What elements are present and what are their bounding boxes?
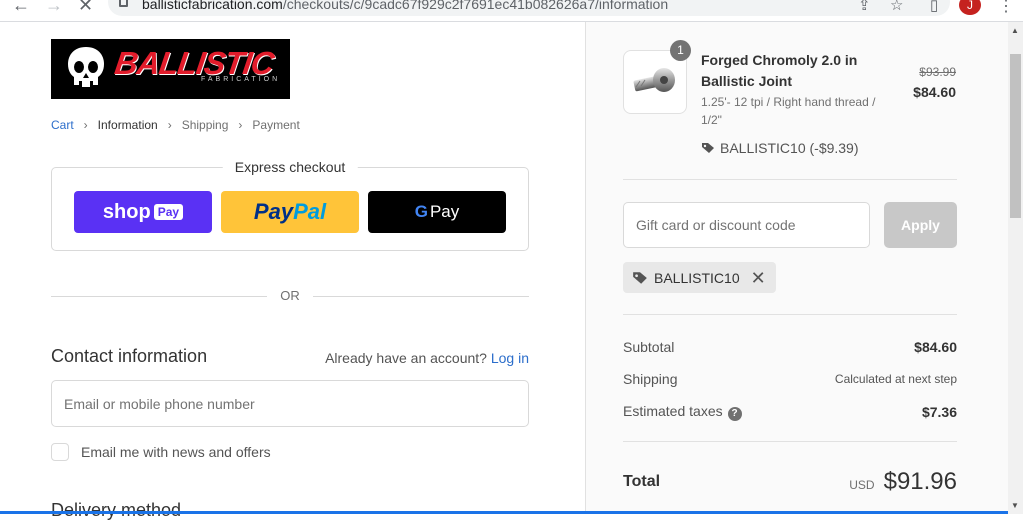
- taxes-row: Estimated taxes? $7.36: [623, 403, 957, 421]
- item-discount: BALLISTIC10 (-$9.39): [701, 140, 859, 156]
- summary-divider: [623, 179, 957, 180]
- express-checkout-title: Express checkout: [222, 159, 358, 175]
- summary-divider: [623, 441, 957, 442]
- shipping-label: Shipping: [623, 371, 678, 387]
- star-icon[interactable]: ☆: [890, 0, 903, 14]
- google-pay-label: Pay: [429, 202, 460, 221]
- breadcrumb: Cart › Information › Shipping › Payment: [51, 118, 300, 132]
- tag-icon: [633, 271, 647, 284]
- contact-section-title: Contact information: [51, 346, 208, 366]
- summary-divider: [623, 314, 957, 315]
- apply-button[interactable]: Apply: [884, 202, 957, 248]
- checkout-main: BALLISTIC FABRICATION Cart › Information…: [0, 22, 585, 520]
- paypal-wordmark-pal: Pal: [293, 199, 327, 224]
- login-link[interactable]: Log in: [491, 350, 529, 366]
- total-currency: USD: [849, 478, 875, 492]
- discount-code-field[interactable]: [623, 202, 870, 248]
- profile-avatar[interactable]: J: [959, 0, 981, 15]
- scroll-up-arrow-icon[interactable]: ▲: [1011, 26, 1019, 35]
- sidepanel-icon[interactable]: ▯: [930, 0, 938, 14]
- scrollbar-thumb[interactable]: [1010, 54, 1021, 218]
- product-variant: 1.25'- 12 tpi / Right hand thread / 1/2": [701, 95, 876, 127]
- shop-pay-button[interactable]: shop Pay: [74, 191, 212, 233]
- breadcrumb-shipping: Shipping: [181, 118, 229, 132]
- newsletter-option[interactable]: Email me with news and offers: [51, 443, 271, 461]
- back-arrow-icon[interactable]: ←: [12, 0, 30, 14]
- order-summary: 1 Forged Chromoly 2.0 in Ballistic Joint…: [585, 22, 1008, 514]
- express-checkout-box: Express checkout shop Pay Pay Pal G Pay: [51, 159, 529, 251]
- paypal-wordmark-pay: Pay: [253, 199, 294, 224]
- lock-icon[interactable]: [119, 0, 128, 7]
- product-price: $84.60: [913, 84, 956, 100]
- scroll-down-arrow-icon[interactable]: ▼: [1011, 501, 1019, 510]
- taxes-label-wrap: Estimated taxes?: [623, 403, 742, 421]
- paypal-button[interactable]: Pay Pal: [221, 191, 359, 233]
- total-value: $91.96: [883, 468, 957, 495]
- shop-pay-wordmark: shop: [102, 200, 151, 223]
- forward-arrow-icon[interactable]: →: [45, 0, 63, 14]
- store-logo[interactable]: BALLISTIC FABRICATION: [51, 39, 290, 99]
- email-field[interactable]: [51, 380, 529, 427]
- chevron-right-icon: ›: [167, 118, 172, 132]
- help-icon[interactable]: ?: [727, 407, 742, 421]
- skull-logo-icon: [68, 47, 104, 87]
- shop-pay-badge: Pay: [153, 204, 184, 220]
- or-divider: OR: [51, 288, 529, 303]
- browser-toolbar: ← → ✕ ballisticfabrication.com/checkouts…: [0, 0, 1023, 18]
- logo-subtext: FABRICATION: [201, 76, 281, 83]
- google-pay-button[interactable]: G Pay: [368, 191, 506, 233]
- page-scrollbar[interactable]: ▲ ▼: [1008, 22, 1023, 514]
- url-text[interactable]: ballisticfabrication.com/checkouts/c/9ca…: [142, 0, 668, 12]
- account-prompt: Already have an account? Log in: [325, 350, 529, 366]
- remove-discount-icon[interactable]: ✕: [751, 269, 766, 287]
- taxes-label: Estimated taxes: [623, 403, 723, 419]
- breadcrumb-cart[interactable]: Cart: [51, 118, 74, 132]
- stop-icon[interactable]: ✕: [78, 0, 93, 14]
- shipping-row: Shipping Calculated at next step: [623, 371, 957, 387]
- or-text: OR: [280, 288, 300, 303]
- product-name: Forged Chromoly 2.0 in Ballistic Joint: [701, 52, 858, 89]
- kebab-menu-icon[interactable]: ⋮: [998, 0, 1014, 16]
- tag-icon: [702, 143, 714, 153]
- breadcrumb-information: Information: [97, 118, 158, 132]
- shipping-value: Calculated at next step: [834, 372, 957, 386]
- subtotal-label: Subtotal: [623, 339, 675, 355]
- item-discount-text: BALLISTIC10 (-$9.39): [720, 140, 859, 156]
- total-amount: USD $91.96: [849, 468, 957, 496]
- subtotal-row: Subtotal $84.60: [623, 339, 957, 355]
- total-row: Total USD $91.96: [623, 468, 957, 496]
- chevron-right-icon: ›: [238, 118, 243, 132]
- applied-discount-chip: BALLISTIC10 ✕: [623, 262, 776, 293]
- subtotal-value: $84.60: [914, 339, 957, 355]
- chevron-right-icon: ›: [83, 118, 88, 132]
- google-g-icon: G: [414, 202, 428, 221]
- newsletter-checkbox[interactable]: [51, 443, 69, 461]
- taxes-value: $7.36: [921, 404, 957, 420]
- product-original-price: $93.99: [919, 65, 956, 79]
- account-prompt-text: Already have an account?: [325, 350, 487, 366]
- breadcrumb-payment: Payment: [252, 118, 300, 132]
- quantity-badge: 1: [670, 40, 691, 61]
- share-icon[interactable]: ⇪: [858, 0, 871, 14]
- newsletter-label[interactable]: Email me with news and offers: [81, 444, 271, 460]
- applied-discount-code: BALLISTIC10: [654, 269, 740, 286]
- total-label: Total: [623, 473, 661, 490]
